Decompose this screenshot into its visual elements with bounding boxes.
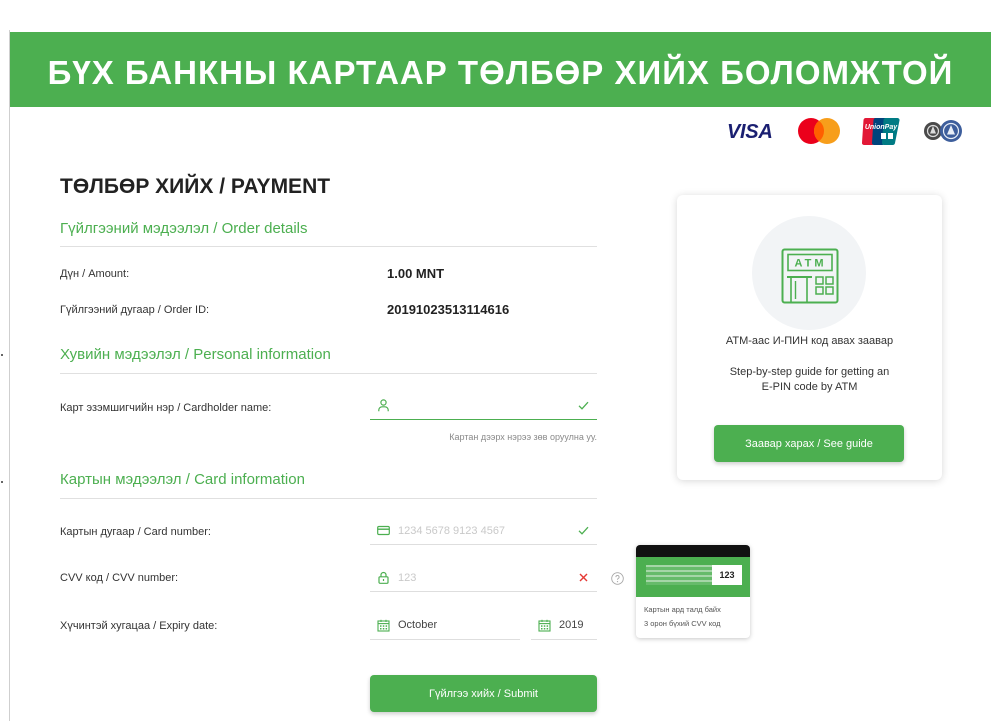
promo-banner: БҮХ БАНКНЫ КАРТААР ТӨЛБӨР ХИЙХ БОЛОМЖТОЙ (10, 32, 991, 107)
personal-info-heading: Хувийн мэдээлэл / Personal information (60, 346, 331, 363)
cvv-help-card: 123 Картын ард талд байх 3 орон бүхий CV… (636, 545, 750, 638)
credit-card-icon (377, 525, 390, 536)
cvv-help-line2: 3 орон бүхий CVV код (644, 619, 721, 628)
order-details-heading: Гүйлгээний мэдээлэл / Order details (60, 220, 308, 237)
cvv-field[interactable] (370, 564, 597, 592)
divider (60, 498, 597, 499)
cardholder-name-label: Карт эзэмшигчийн нэр / Cardholder name: (60, 402, 272, 414)
cvv-label: CVV код / CVV number: (60, 572, 179, 584)
question-circle-icon[interactable] (611, 572, 624, 585)
expiry-year-select[interactable]: 2019 (531, 612, 597, 640)
see-guide-button[interactable]: Заавар харах / See guide (714, 425, 904, 462)
guide-description-line1: Step-by-step guide for getting an (729, 366, 890, 378)
edge-dot (1, 481, 3, 483)
submit-button[interactable]: Гүйлгээ хийх / Submit (370, 675, 597, 712)
page-title: ТӨЛБӨР ХИЙХ / PAYMENT (60, 175, 331, 198)
guide-description-line2: E-PIN code by ATM (761, 381, 858, 393)
cvv-help-line1: Картын ард талд байх (644, 605, 721, 614)
unionpay-logo-text: UnionPay (865, 124, 898, 131)
edge-dot (1, 354, 3, 356)
unionpay-logo: UnionPay (862, 118, 900, 145)
card-info-heading: Картын мэдээлэл / Card information (60, 471, 305, 488)
card-number-field[interactable] (370, 517, 597, 545)
atm-icon: ATM (781, 248, 839, 304)
epin-guide-panel: ATM АТМ-аас И-ПИН код авах заавар Step-b… (677, 195, 942, 480)
lock-icon (378, 571, 389, 584)
expiry-month-select[interactable]: October (370, 612, 520, 640)
guide-title: АТМ-аас И-ПИН код авах заавар (725, 335, 894, 347)
signature-band: 123 (636, 557, 750, 597)
divider (60, 373, 597, 374)
bank-emblem-logo (924, 120, 962, 142)
cardholder-name-input[interactable] (398, 392, 563, 419)
banner-title: БҮХ БАНКНЫ КАРТААР ТӨЛБӨР ХИЙХ БОЛОМЖТОЙ (47, 53, 954, 91)
user-icon (378, 399, 389, 412)
expiry-month-value: October (398, 619, 438, 631)
close-icon (579, 573, 588, 582)
amount-value: 1.00 MNT (387, 266, 445, 281)
order-id-value: 20191023513114616 (387, 302, 510, 317)
card-back-magnetic-strip (636, 545, 750, 557)
mastercard-logo (798, 118, 840, 144)
order-id-label: Гүйлгээний дугаар / Order ID: (60, 304, 210, 316)
signature-lines (646, 565, 712, 585)
calendar-icon (377, 619, 390, 632)
expiry-year-value: 2019 (559, 619, 584, 631)
cardholder-name-field[interactable] (370, 392, 597, 420)
cvv-sample-code: 123 (712, 565, 742, 585)
expiry-date-label: Хүчинтэй хугацаа / Expiry date: (60, 620, 218, 632)
divider (60, 246, 597, 247)
page-left-border (9, 30, 10, 721)
atm-icon-label: ATM (794, 258, 826, 270)
cardholder-name-hint: Картан дээрх нэрээ зөв оруулна уу. (449, 432, 597, 442)
card-number-input[interactable] (398, 517, 563, 544)
check-icon (578, 401, 589, 410)
card-number-label: Картын дугаар / Card number: (60, 526, 211, 538)
visa-logo: VISA (727, 121, 773, 143)
amount-label: Дүн / Amount: (60, 268, 130, 280)
check-icon (578, 526, 589, 535)
cvv-input[interactable] (398, 564, 563, 591)
calendar-icon (538, 619, 551, 632)
